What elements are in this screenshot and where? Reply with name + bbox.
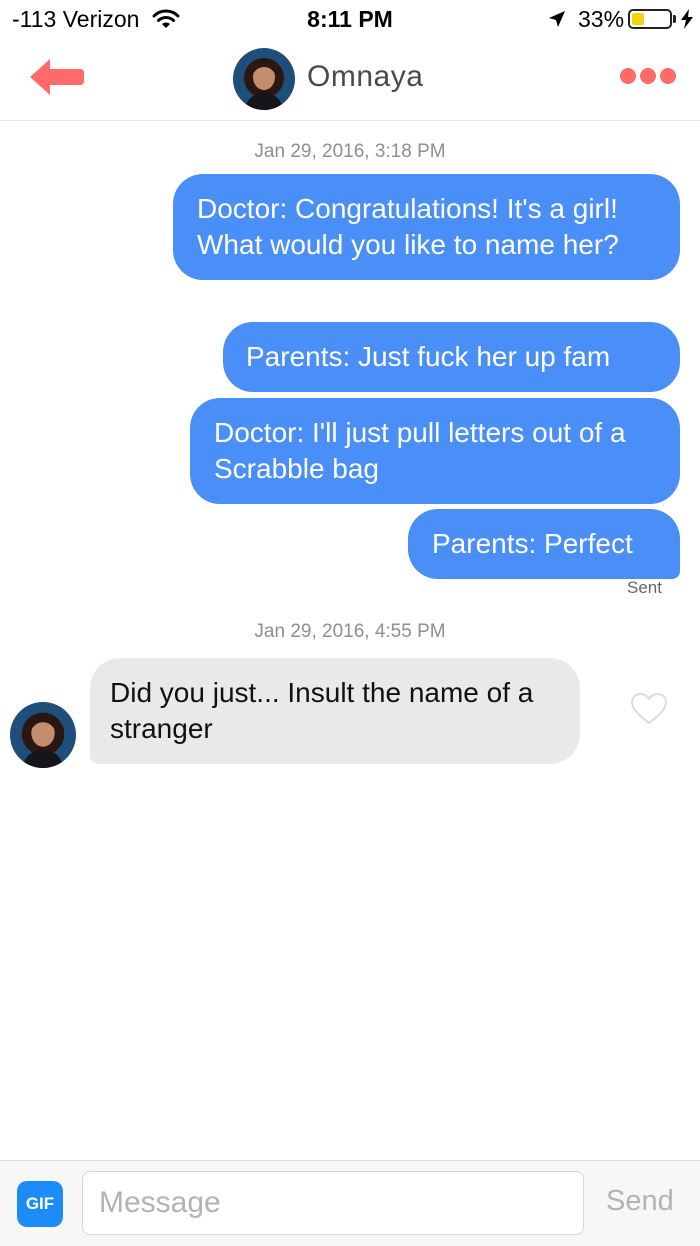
outgoing-message[interactable]: Doctor: Congratulations! It's a girl! Wh… bbox=[173, 174, 680, 280]
outgoing-message[interactable]: Parents: Just fuck her up fam bbox=[223, 322, 680, 392]
battery-icon bbox=[628, 9, 672, 29]
incoming-message[interactable]: Did you just... Insult the name of a str… bbox=[90, 658, 580, 764]
gif-button[interactable]: GIF bbox=[17, 1181, 63, 1227]
more-dots-icon[interactable] bbox=[616, 66, 676, 86]
avatar-photo bbox=[10, 702, 76, 768]
chat-header: Omnaya bbox=[0, 40, 700, 121]
send-button[interactable]: Send bbox=[606, 1185, 674, 1218]
location-arrow-icon bbox=[549, 11, 565, 27]
back-arrow-icon[interactable] bbox=[26, 54, 86, 100]
contact-name[interactable]: Omnaya bbox=[307, 60, 423, 94]
message-timestamp: Jan 29, 2016, 3:18 PM bbox=[254, 141, 446, 162]
battery-level-fill bbox=[632, 13, 644, 25]
battery-nub bbox=[673, 15, 676, 23]
charging-bolt-icon bbox=[681, 9, 693, 29]
battery-percent: 33% bbox=[578, 6, 625, 32]
contact-avatar[interactable] bbox=[233, 48, 295, 110]
sender-avatar[interactable] bbox=[10, 702, 76, 768]
status-bar: -113 Verizon 8:11 PM 33% bbox=[0, 0, 700, 40]
avatar-photo bbox=[233, 48, 295, 110]
heart-outline-icon[interactable] bbox=[630, 692, 668, 726]
sent-status: Sent bbox=[627, 578, 662, 597]
message-input[interactable] bbox=[82, 1171, 584, 1235]
outgoing-message[interactable]: Parents: Perfect bbox=[408, 509, 680, 579]
message-composer: GIF Send bbox=[0, 1160, 700, 1246]
outgoing-message[interactable]: Doctor: I'll just pull letters out of a … bbox=[190, 398, 680, 504]
message-timestamp: Jan 29, 2016, 4:55 PM bbox=[254, 621, 446, 642]
